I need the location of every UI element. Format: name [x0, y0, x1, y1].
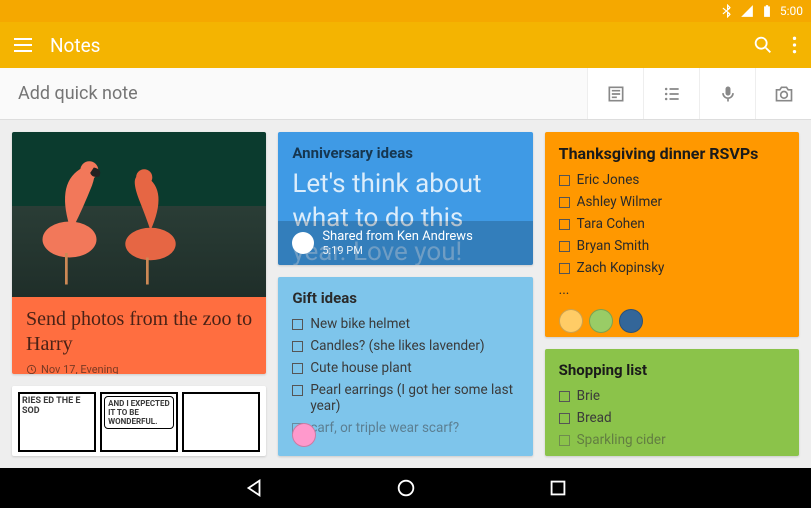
app-bar: Notes — [0, 22, 811, 68]
note-card-rsvps[interactable]: Thanksgiving dinner RSVPs Eric Jones Ash… — [545, 132, 799, 337]
note-image — [12, 132, 266, 297]
avatar — [619, 309, 643, 333]
list-item: Sparkling cider — [559, 429, 785, 451]
note-card-shopping[interactable]: Shopping list Brie Bread Sparkling cider — [545, 349, 799, 456]
checklist: Eric Jones Ashley Wilmer Tara Cohen Brya… — [545, 169, 799, 305]
new-photo-button[interactable] — [755, 68, 811, 119]
camera-icon — [774, 84, 794, 104]
list-item: Zach Kopinsky — [559, 257, 785, 279]
note-card-anniversary[interactable]: Anniversary ideas Let's think about what… — [278, 132, 532, 265]
avatar — [292, 423, 316, 447]
checkbox-icon[interactable] — [292, 385, 303, 396]
checkbox-icon[interactable] — [292, 363, 303, 374]
checkbox-icon[interactable] — [559, 435, 570, 446]
comic-panel: RIES ED THE E SOD — [18, 392, 96, 452]
nav-recent-icon[interactable] — [547, 477, 569, 499]
notes-grid: Send photos from the zoo to Harry Nov 17… — [0, 120, 811, 468]
note-icon — [606, 84, 626, 104]
search-icon[interactable] — [752, 34, 774, 56]
list-item: Ashley Wilmer — [559, 191, 785, 213]
menu-icon[interactable] — [14, 38, 32, 52]
checkbox-icon[interactable] — [559, 413, 570, 424]
note-card-flamingo[interactable]: Send photos from the zoo to Harry Nov 17… — [12, 132, 266, 374]
quick-note-bar — [0, 68, 811, 120]
overflow-icon[interactable] — [792, 34, 797, 56]
note-card-gifts[interactable]: Gift ideas New bike helmet Candles? (she… — [278, 277, 532, 456]
checkbox-icon[interactable] — [559, 391, 570, 402]
list-item-more: ... — [559, 279, 785, 301]
comic-panel — [182, 392, 260, 452]
checkbox-icon[interactable] — [559, 241, 570, 252]
grid-col-1: Send photos from the zoo to Harry Nov 17… — [12, 132, 266, 456]
list-item: New bike helmet — [292, 313, 518, 335]
clock-icon — [26, 364, 37, 374]
android-status-bar: 5:00 — [0, 0, 811, 22]
list-item: Tara Cohen — [559, 213, 785, 235]
note-reminder: Nov 17, Evening — [26, 363, 252, 374]
list-item: Eric Jones — [559, 169, 785, 191]
android-nav-bar — [0, 468, 811, 508]
list-item: Bryan Smith — [559, 235, 785, 257]
avatar — [589, 309, 613, 333]
note-card-comic[interactable]: RIES ED THE E SOD AND I EXPECTED IT TO B… — [12, 386, 266, 456]
avatar — [292, 232, 314, 254]
signal-icon — [740, 4, 754, 18]
checkbox-icon[interactable] — [559, 219, 570, 230]
note-title: Send photos from the zoo to Harry — [26, 307, 252, 357]
checkbox-icon[interactable] — [559, 175, 570, 186]
new-note-button[interactable] — [587, 68, 643, 119]
list-item: Candles? (she likes lavender) — [292, 335, 518, 357]
status-time: 5:00 — [780, 4, 803, 18]
list-item: Pearl earrings (I got her some last year… — [292, 379, 518, 417]
note-title: Thanksgiving dinner RSVPs — [545, 132, 799, 169]
checklist: Brie Bread Sparkling cider — [545, 385, 799, 456]
shared-from: Shared from Ken Andrews — [322, 229, 472, 244]
collaborators — [545, 305, 799, 336]
nav-back-icon[interactable] — [243, 477, 265, 499]
checkbox-icon[interactable] — [292, 341, 303, 352]
list-item: Brie — [559, 385, 785, 407]
note-title: Shopping list — [545, 349, 799, 385]
battery-icon — [760, 4, 774, 18]
grid-col-3: Thanksgiving dinner RSVPs Eric Jones Ash… — [545, 132, 799, 456]
list-item: Bread — [559, 407, 785, 429]
shared-overlay: Shared from Ken Andrews 5:19 PM — [278, 221, 532, 265]
app-title: Notes — [50, 34, 734, 57]
new-list-button[interactable] — [643, 68, 699, 119]
quick-note-input[interactable] — [0, 68, 587, 119]
bluetooth-icon — [720, 4, 734, 18]
list-icon — [662, 84, 682, 104]
mic-icon — [718, 84, 738, 104]
checkbox-icon[interactable] — [559, 263, 570, 274]
collaborators — [278, 419, 532, 456]
new-voice-button[interactable] — [699, 68, 755, 119]
note-title: Anniversary ideas — [278, 132, 532, 168]
shared-time: 5:19 PM — [322, 244, 472, 257]
comic-panel: AND I EXPECTED IT TO BE WONDERFUL. — [100, 392, 178, 452]
nav-home-icon[interactable] — [395, 477, 417, 499]
note-title: Gift ideas — [278, 277, 532, 313]
checkbox-icon[interactable] — [559, 197, 570, 208]
list-item: Cute house plant — [292, 357, 518, 379]
flamingo-illustration — [20, 142, 200, 292]
checkbox-icon[interactable] — [292, 319, 303, 330]
grid-col-2: Anniversary ideas Let's think about what… — [278, 132, 532, 456]
avatar — [559, 309, 583, 333]
